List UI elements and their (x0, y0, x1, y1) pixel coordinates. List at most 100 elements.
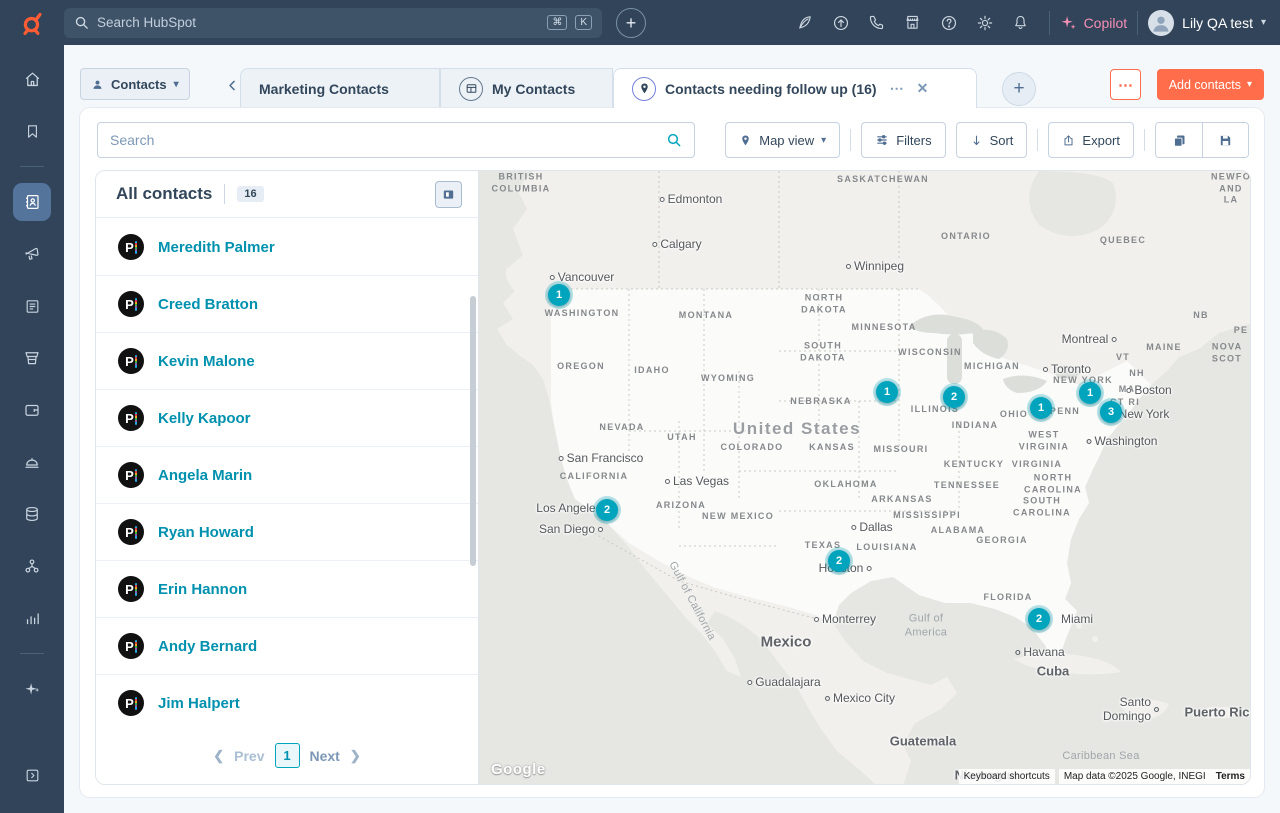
marketplace-icon[interactable] (895, 5, 931, 41)
sidebar-reporting-icon[interactable] (13, 599, 51, 637)
filters-button[interactable]: Filters (861, 122, 945, 158)
tab-options-icon[interactable]: ⋯ (890, 80, 904, 97)
prev-page-button[interactable]: Prev (234, 748, 264, 764)
contacts-list-pane: All contacts 16 PMeredith PalmerPCreed B… (96, 171, 479, 784)
map-cluster-marker[interactable]: 2 (1028, 608, 1050, 630)
contact-row[interactable]: PAngela Marin (96, 447, 478, 504)
tab-my-contacts[interactable]: My Contacts (440, 68, 613, 108)
tab-contacts-needing-follow-up[interactable]: Contacts needing follow up (16) ⋯ ✕ (613, 68, 977, 108)
map-cluster-marker[interactable]: 3 (1100, 401, 1122, 423)
calling-icon[interactable] (859, 5, 895, 41)
map-cluster-marker[interactable]: 1 (548, 284, 570, 306)
contact-name-link[interactable]: Angela Marin (158, 467, 252, 484)
chevron-left-icon[interactable]: ❮ (213, 748, 224, 764)
sidebar-divider (20, 653, 44, 654)
export-button[interactable]: Export (1048, 122, 1134, 158)
add-view-button[interactable]: + (1002, 72, 1036, 106)
sidebar-content-icon[interactable] (13, 287, 51, 325)
sidebar-commerce-icon[interactable] (13, 339, 51, 377)
sidebar-divider (20, 166, 44, 167)
contact-name-link[interactable]: Kelly Kapoor (158, 410, 251, 427)
clone-view-icon[interactable] (1156, 123, 1202, 157)
tab-marketing-contacts[interactable]: Marketing Contacts (240, 68, 440, 108)
contact-name-link[interactable]: Jim Halpert (158, 695, 240, 712)
create-button[interactable]: + (616, 8, 646, 38)
contact-company-avatar: P (118, 405, 144, 431)
sidebar-payments-icon[interactable] (13, 391, 51, 429)
contact-name-link[interactable]: Meredith Palmer (158, 239, 275, 256)
keyboard-shortcuts-link[interactable]: Keyboard shortcuts (959, 769, 1055, 784)
help-icon[interactable] (931, 5, 967, 41)
tab-close-icon[interactable]: ✕ (917, 80, 929, 97)
list-search-input[interactable] (110, 132, 666, 148)
user-name: Lily QA test (1182, 15, 1253, 31)
map-cluster-marker[interactable]: 1 (1030, 397, 1052, 419)
contact-row[interactable]: PMeredith Palmer (96, 219, 478, 276)
terms-link[interactable]: Terms (1211, 769, 1250, 784)
more-actions-button[interactable]: ⋯ (1110, 69, 1141, 100)
upload-circle-icon[interactable] (823, 5, 859, 41)
map-pin-icon (632, 77, 656, 101)
add-contacts-button[interactable]: Add contacts ▾ (1157, 69, 1264, 100)
contact-row[interactable]: PRyan Howard (96, 504, 478, 561)
map-cluster-marker[interactable]: 2 (943, 386, 965, 408)
map-pin-icon (739, 134, 752, 147)
sort-button[interactable]: Sort (956, 122, 1028, 158)
copilot-label: Copilot (1084, 15, 1128, 31)
map-cluster-marker[interactable]: 2 (596, 499, 618, 521)
view-tabs: Marketing Contacts My Contacts Contacts … (240, 68, 977, 108)
contact-row[interactable]: PAndy Bernard (96, 618, 478, 675)
global-search-placeholder: Search HubSpot (97, 15, 539, 30)
map-cluster-marker[interactable]: 1 (1079, 382, 1101, 404)
sidebar-service-icon[interactable] (13, 443, 51, 481)
sidebar-marketing-icon[interactable] (13, 235, 51, 273)
toolbar-divider (1144, 129, 1145, 151)
contact-row[interactable]: PKevin Malone (96, 333, 478, 390)
map-cluster-marker[interactable]: 1 (876, 381, 898, 403)
sidebar-crm-contacts-icon[interactable] (13, 183, 51, 221)
collapse-panel-button[interactable] (435, 181, 462, 208)
contact-row[interactable]: PJim Halpert (96, 675, 478, 722)
shortcut-cmd-key: ⌘ (547, 15, 567, 30)
caret-down-icon: ▾ (821, 135, 826, 146)
map-cluster-marker[interactable]: 2 (828, 550, 850, 572)
chevron-right-icon[interactable]: ❯ (350, 748, 361, 764)
add-contacts-label: Add contacts (1169, 78, 1241, 92)
contact-name-link[interactable]: Ryan Howard (158, 524, 254, 541)
list-scrollbar[interactable] (470, 296, 476, 566)
contact-name-link[interactable]: Creed Bratton (158, 296, 258, 313)
sidebar-automation-icon[interactable] (13, 547, 51, 585)
hubspot-logo[interactable] (0, 10, 64, 36)
contact-name-link[interactable]: Kevin Malone (158, 353, 255, 370)
sidebar-bookmarks-icon[interactable] (13, 112, 51, 150)
map-canvas[interactable]: BRITISH COLUMBIASASKATCHEWANONTARIOQUEBE… (479, 171, 1250, 784)
sidebar-data-icon[interactable] (13, 495, 51, 533)
table-view-icon (459, 77, 483, 101)
caret-down-icon: ▾ (1247, 79, 1252, 90)
contact-name-link[interactable]: Andy Bernard (158, 638, 257, 655)
user-menu[interactable]: Lily QA test ▾ (1148, 10, 1266, 36)
sidebar-ai-sparkle-icon[interactable] (13, 670, 51, 708)
contacts-scope-button[interactable]: Contacts ▾ (80, 68, 190, 100)
contact-row[interactable]: P Kelly Kapoor (96, 390, 478, 447)
contact-row[interactable]: PCreed Bratton (96, 276, 478, 333)
contact-name-link[interactable]: Erin Hannon (158, 581, 247, 598)
global-search-input[interactable]: Search HubSpot ⌘ K (64, 8, 602, 38)
scroll-tabs-left-icon[interactable] (222, 75, 242, 95)
copilot-button[interactable]: Copilot (1060, 14, 1128, 31)
hubspot-app: Search HubSpot ⌘ K + (0, 0, 1280, 813)
toolbar-divider (1037, 129, 1038, 151)
map-view-dropdown[interactable]: Map view ▾ (725, 122, 840, 158)
sidebar-home-icon[interactable] (13, 60, 51, 98)
save-view-icon[interactable] (1202, 123, 1248, 157)
settings-icon[interactable] (967, 5, 1003, 41)
content-panel: Map view ▾ Filters Sort (80, 108, 1264, 797)
next-page-button[interactable]: Next (310, 748, 340, 764)
current-page-button[interactable]: 1 (275, 743, 300, 768)
sidebar-expand-icon[interactable] (13, 756, 51, 794)
list-search-box[interactable] (97, 122, 695, 158)
notifications-bell-icon[interactable] (1003, 5, 1039, 41)
quill-icon[interactable] (787, 5, 823, 41)
list-title: All contacts (116, 184, 212, 204)
contact-row[interactable]: PErin Hannon (96, 561, 478, 618)
